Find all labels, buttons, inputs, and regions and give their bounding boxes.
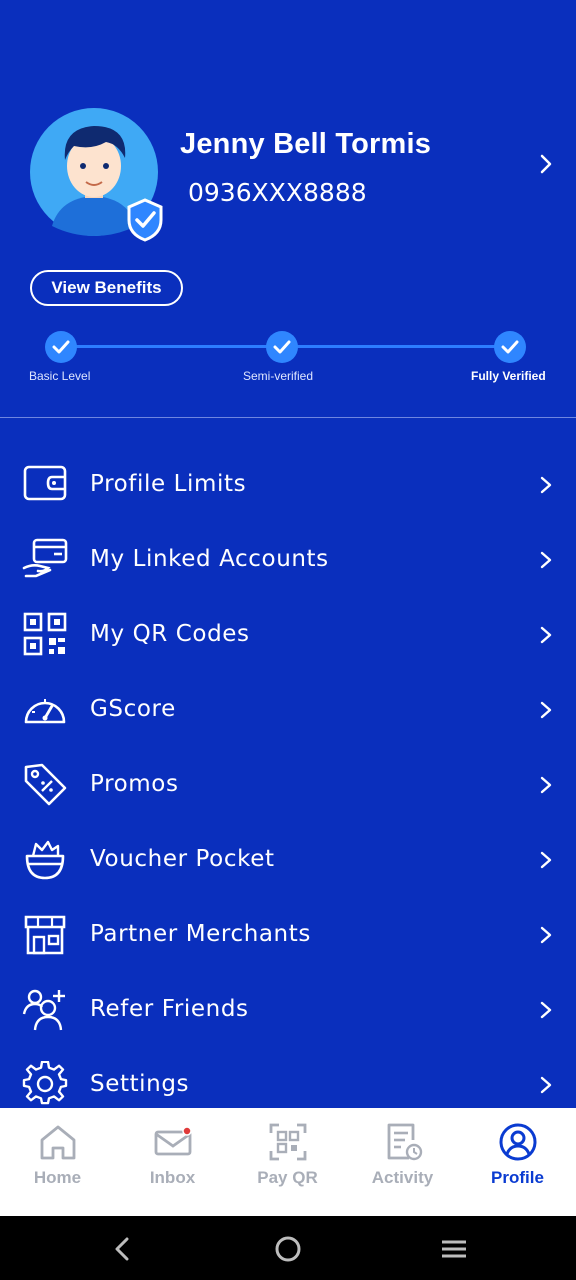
profile-screen: Jenny Bell Tormis 0936XXX8888 View Benef… bbox=[0, 0, 576, 1280]
scan-qr-icon bbox=[269, 1123, 307, 1161]
chevron-right-icon bbox=[540, 926, 552, 944]
view-benefits-button[interactable]: View Benefits bbox=[30, 270, 183, 306]
nav-item-profile[interactable]: Profile bbox=[460, 1108, 575, 1216]
chevron-right-icon bbox=[540, 701, 552, 719]
step-semi-check-icon bbox=[266, 331, 298, 363]
nav-item-inbox[interactable]: Inbox bbox=[115, 1108, 230, 1216]
gauge-icon bbox=[24, 699, 66, 724]
avatar[interactable] bbox=[30, 108, 163, 242]
menu-item-promos[interactable]: Promos bbox=[0, 747, 576, 822]
chevron-right-icon bbox=[540, 476, 552, 494]
nav-item-pay-qr[interactable]: Pay QR bbox=[230, 1108, 345, 1216]
step-full-check-icon bbox=[494, 331, 526, 363]
activity-icon bbox=[387, 1123, 423, 1161]
verified-shield-icon bbox=[127, 198, 163, 242]
menu-item-refer-friends[interactable]: Refer Friends bbox=[0, 972, 576, 1047]
step-label-semi: Semi-verified bbox=[243, 369, 314, 383]
menu-label: GScore bbox=[90, 696, 176, 722]
chevron-right-icon bbox=[540, 626, 552, 644]
step-label-basic: Basic Level bbox=[29, 369, 91, 383]
basket-icon bbox=[25, 840, 65, 880]
qr-code-icon bbox=[23, 612, 67, 656]
profile-phone: 0936XXX8888 bbox=[188, 178, 367, 207]
menu-label: Refer Friends bbox=[90, 996, 249, 1022]
chevron-right-icon bbox=[540, 1076, 552, 1094]
menu-item-voucher-pocket[interactable]: Voucher Pocket bbox=[0, 822, 576, 897]
nav-label: Pay QR bbox=[257, 1168, 318, 1187]
profile-name[interactable]: Jenny Bell Tormis bbox=[180, 128, 431, 161]
back-icon[interactable] bbox=[108, 1234, 138, 1264]
chevron-right-icon bbox=[540, 1001, 552, 1019]
add-friends-icon bbox=[22, 989, 65, 1031]
tag-icon bbox=[24, 763, 67, 806]
profile-header: Jenny Bell Tormis 0936XXX8888 View Benef… bbox=[0, 0, 576, 418]
bottom-nav: Home Inbox Pay QR Activity Profile bbox=[0, 1108, 576, 1216]
menu-label: Partner Merchants bbox=[90, 921, 311, 947]
nav-label: Home bbox=[33, 1168, 82, 1187]
home-icon bbox=[40, 1125, 76, 1160]
gear-icon bbox=[22, 1061, 68, 1105]
menu-item-partner-merchants[interactable]: Partner Merchants bbox=[0, 897, 576, 972]
step-basic-check-icon bbox=[45, 331, 77, 363]
menu-label: My Linked Accounts bbox=[90, 546, 329, 572]
menu-item-qr-codes[interactable]: My QR Codes bbox=[0, 597, 576, 672]
nav-item-home[interactable]: Home bbox=[0, 1108, 115, 1216]
menu-item-gscore[interactable]: GScore bbox=[0, 672, 576, 747]
system-nav-bar bbox=[0, 1216, 576, 1280]
menu-label: Promos bbox=[90, 771, 179, 797]
nav-label: Activity bbox=[371, 1168, 434, 1187]
menu-label: My QR Codes bbox=[90, 621, 250, 647]
chevron-right-icon bbox=[540, 776, 552, 794]
menu-label: Settings bbox=[90, 1071, 190, 1097]
menu-item-linked-accounts[interactable]: My Linked Accounts bbox=[0, 522, 576, 597]
menu-label: Voucher Pocket bbox=[90, 846, 275, 872]
home-circle-icon[interactable] bbox=[273, 1234, 303, 1264]
chevron-right-icon[interactable] bbox=[534, 150, 558, 178]
linked-card-icon bbox=[22, 538, 68, 578]
menu-label: Profile Limits bbox=[90, 471, 247, 497]
nav-item-activity[interactable]: Activity bbox=[345, 1108, 460, 1216]
chevron-right-icon bbox=[540, 851, 552, 869]
wallet-icon bbox=[23, 465, 67, 501]
profile-icon bbox=[499, 1123, 537, 1161]
store-icon bbox=[24, 915, 66, 955]
chevron-right-icon bbox=[540, 551, 552, 569]
inbox-icon bbox=[154, 1126, 192, 1156]
recents-icon[interactable] bbox=[439, 1234, 469, 1264]
step-label-full: Fully Verified bbox=[471, 369, 546, 383]
nav-label: Inbox bbox=[149, 1168, 196, 1187]
nav-label: Profile bbox=[491, 1168, 544, 1187]
menu-item-profile-limits[interactable]: Profile Limits bbox=[0, 447, 576, 522]
